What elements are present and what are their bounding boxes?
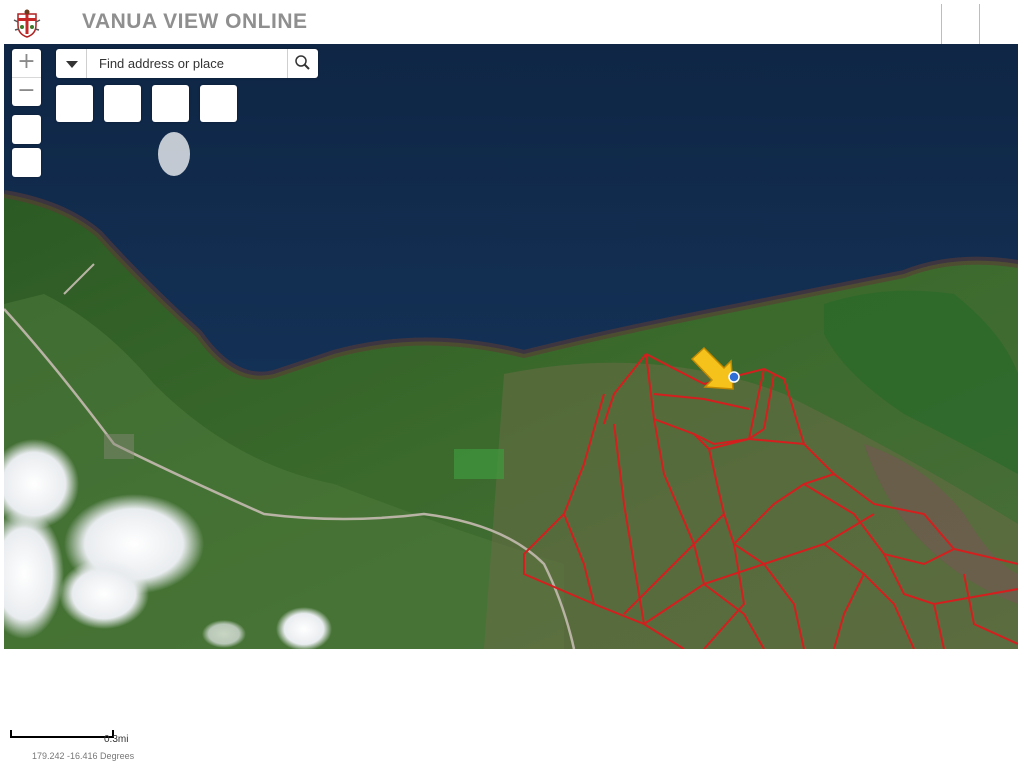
- search-button[interactable]: [287, 49, 318, 78]
- app-title: VANUA VIEW ONLINE: [82, 10, 308, 33]
- widget-button-4[interactable]: [200, 85, 237, 122]
- search-widget: [56, 49, 318, 78]
- app-header: VANUA VIEW ONLINE: [0, 0, 1024, 44]
- scale-label: 0.3mi: [104, 734, 129, 745]
- zoom-control: + −: [12, 49, 41, 106]
- header-divider: [941, 4, 942, 44]
- scale-bar: [10, 730, 114, 738]
- dropdown-caret-icon[interactable]: [56, 49, 87, 78]
- header-divider: [979, 4, 980, 44]
- search-input[interactable]: [87, 49, 287, 78]
- widget-button-2[interactable]: [104, 85, 141, 122]
- coordinate-readout: 179.242 -16.416 Degrees: [32, 751, 135, 761]
- locate-button[interactable]: [12, 148, 41, 177]
- home-button[interactable]: [12, 115, 41, 144]
- coat-of-arms-logo: [13, 9, 41, 38]
- satellite-basemap[interactable]: [4, 44, 1018, 649]
- widget-button-1[interactable]: [56, 85, 93, 122]
- map-view[interactable]: + −: [4, 44, 1018, 649]
- widget-button-3[interactable]: [152, 85, 189, 122]
- zoom-in-button[interactable]: +: [12, 49, 41, 77]
- search-icon: [295, 55, 310, 70]
- zoom-out-button[interactable]: −: [12, 77, 41, 106]
